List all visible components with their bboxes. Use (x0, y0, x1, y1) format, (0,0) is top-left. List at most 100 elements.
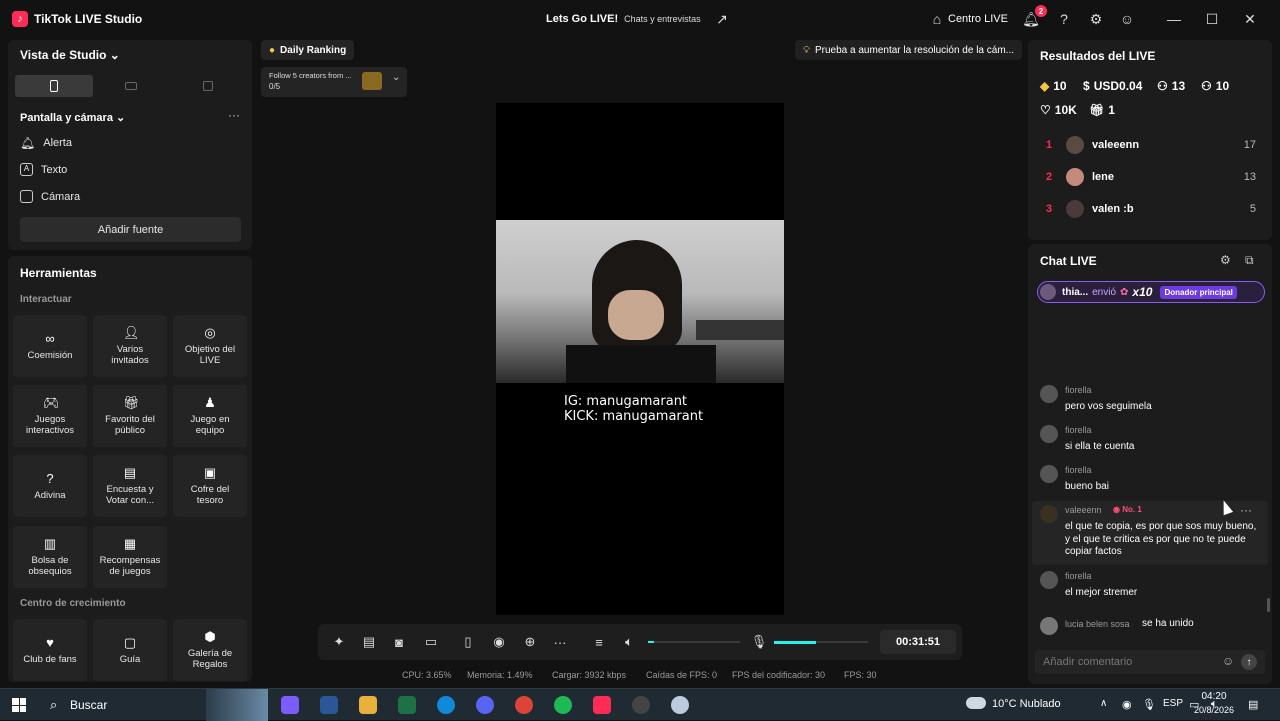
popout-icon[interactable]: ⧉ (1245, 253, 1254, 268)
settings-sliders-icon[interactable]: ≡ (591, 634, 607, 650)
copilot-icon[interactable] (281, 696, 299, 714)
close-icon[interactable]: ✕ (1241, 10, 1259, 28)
settings-icon[interactable]: ⚙ (1220, 253, 1231, 267)
tool-galeria-regalos[interactable]: ⬢ Galería de Regalos (173, 619, 247, 681)
camera-icon[interactable]: ◙ (391, 634, 407, 650)
speaker-icon[interactable]: 🔈︎ (621, 634, 637, 650)
screen-camera-dropdown[interactable]: Pantalla y cámara ⌄ (20, 111, 125, 124)
tool-coemision[interactable]: ∞ Coemisión (13, 315, 87, 377)
microphone-icon[interactable]: 🎙︎ (751, 634, 768, 650)
stream-title-area[interactable]: Lets Go LIVE! Chats y entrevistas (546, 13, 701, 25)
chat-message[interactable]: fiorella si ella te cuenta (1040, 425, 1260, 461)
word-icon[interactable] (320, 696, 338, 714)
comment-input[interactable]: Añadir comentario ☺ ↑ (1035, 650, 1265, 674)
magic-wand-icon[interactable]: ✦ (331, 634, 347, 650)
notifications-icon[interactable]: ▤ (1248, 698, 1258, 711)
source-alerta[interactable]: 🔔︎ Alerta (20, 136, 72, 150)
phone-icon[interactable]: ▯ (460, 634, 476, 650)
more-icon[interactable]: ··· (552, 634, 568, 650)
help-icon[interactable]: ? (1055, 10, 1073, 28)
emoji-icon[interactable]: ☺ (1222, 654, 1234, 668)
wifi-icon[interactable]: ◉ (1122, 698, 1132, 711)
mic-slider[interactable] (774, 641, 868, 644)
ranking-row[interactable]: 3 valen :b 5 (1046, 197, 1256, 221)
home-icon[interactable]: ⌂ (928, 10, 946, 28)
chrome-icon[interactable] (515, 696, 533, 714)
avatar (1040, 505, 1058, 523)
avatar (1066, 200, 1084, 218)
discord-icon[interactable] (476, 696, 494, 714)
top-gift-banner[interactable]: thia... envió ✿ x10 Donador principal (1037, 281, 1265, 303)
add-source-button[interactable]: Añadir fuente (20, 217, 241, 242)
message-more-icon[interactable]: ··· (1240, 503, 1252, 517)
excel-icon[interactable] (398, 696, 416, 714)
tool-bolsa-obsequios[interactable]: ▥ Bolsa de obsequios (13, 526, 87, 588)
tool-guia[interactable]: ▢ Guía (93, 619, 167, 681)
chevron-up-icon[interactable]: ∧ (1100, 698, 1107, 709)
clock-date[interactable]: 20/8/2026 (1193, 705, 1235, 715)
ranking-row[interactable]: 1 valeeenn 17 (1046, 133, 1256, 157)
share-icon[interactable]: ↗ (713, 10, 731, 28)
clock-time[interactable]: 04:20 (1193, 691, 1235, 702)
taskbar-search[interactable]: Buscar (70, 698, 107, 712)
camera-icon (20, 190, 33, 203)
screen-icon[interactable]: ▭ (423, 634, 439, 650)
focus-icon[interactable]: ⊕ (522, 634, 538, 650)
send-icon[interactable]: ↑ (1241, 654, 1257, 670)
language[interactable]: ESP (1163, 698, 1183, 709)
app-icon[interactable] (671, 696, 689, 714)
edge-icon[interactable] (437, 696, 455, 714)
layout-landscape-button[interactable] (92, 75, 170, 97)
tool-juego-equipo[interactable]: ♟ Juego en equipo (173, 385, 247, 447)
tool-cofre[interactable]: ▣ Cofre del tesoro (173, 455, 247, 517)
chat-scrollbar[interactable] (1267, 598, 1270, 612)
file-explorer-icon[interactable] (359, 696, 377, 714)
obs-icon[interactable] (632, 696, 650, 714)
layout-icon[interactable]: ▤ (361, 634, 377, 650)
tool-objetivo[interactable]: ◎ Objetivo del LIVE (173, 315, 247, 377)
tool-favorito-publico[interactable]: 🎁︎ Favorito del público (93, 385, 167, 447)
volume-slider[interactable] (648, 641, 740, 643)
stat-diamonds: ◆ 10 (1040, 79, 1067, 93)
tool-adivina[interactable]: ? Adivina (13, 455, 87, 517)
chat-message[interactable]: fiorella pero vos seguimela (1040, 385, 1260, 421)
chat-message[interactable]: fiorella el mejor stremer (1040, 571, 1260, 607)
mic-tray-icon[interactable]: 🎙︎ (1142, 698, 1156, 711)
record-icon[interactable]: ◉ (491, 634, 507, 650)
tool-juegos-interactivos[interactable]: 🎮︎ Juegos interactivos (13, 385, 87, 447)
tool-club-fans[interactable]: ♥ Club de fans (13, 619, 87, 681)
stream-title[interactable]: Lets Go LIVE! (546, 13, 618, 25)
rank-badge: ◉ No. 1 (1113, 505, 1142, 514)
link-icon: ∞ (45, 330, 55, 346)
avatar (1040, 385, 1058, 403)
resolution-tip[interactable]: 💡︎ Prueba a aumentar la resolución de la … (795, 40, 1022, 60)
chat-join-message[interactable]: lucia belen sosa se ha unido (1040, 617, 1260, 637)
studio-view-dropdown[interactable]: Vista de Studio ⌄ (20, 48, 120, 62)
search-icon[interactable]: ⌕ (50, 697, 57, 713)
layout-dual-button[interactable] (169, 75, 247, 97)
gift-icon: 🎁︎ (123, 395, 140, 410)
tool-recompensas[interactable]: ▦ Recompensas de juegos (93, 526, 167, 588)
tiktok-studio-icon[interactable] (593, 696, 611, 714)
chevron-down-icon[interactable]: ⌄ (392, 72, 400, 83)
ranking-row[interactable]: 2 lene 13 (1046, 165, 1256, 189)
source-texto[interactable]: A Texto (20, 163, 67, 176)
follow-task-card[interactable]: Follow 5 creators from ... 0/5 (261, 67, 407, 97)
minimize-icon[interactable]: — (1165, 10, 1183, 28)
tool-encuesta[interactable]: ▤ Encuesta y Votar con... (93, 455, 167, 517)
profile-icon[interactable]: ☺ (1118, 10, 1136, 28)
stat-viewers: ⚇ 13 (1157, 79, 1186, 93)
windows-start-icon[interactable] (12, 698, 26, 712)
tool-varios-invitados[interactable]: 👤︎ Varios invitados (93, 315, 167, 377)
maximize-icon[interactable]: ☐ (1203, 10, 1221, 28)
source-camara[interactable]: Cámara (20, 190, 80, 203)
daily-ranking-button[interactable]: ● Daily Ranking (261, 40, 355, 60)
layout-portrait-button[interactable] (15, 75, 93, 97)
weather[interactable]: 10°C Nublado (992, 698, 1061, 710)
gear-icon[interactable]: ⚙ (1087, 10, 1105, 28)
stat-memory: Memoria: 1.49% (467, 670, 533, 680)
spotify-icon[interactable] (554, 696, 572, 714)
centro-live-link[interactable]: Centro LIVE (948, 13, 1008, 25)
chat-message[interactable]: fiorella bueno bai (1040, 465, 1260, 501)
more-options-icon[interactable]: ··· (228, 108, 240, 122)
